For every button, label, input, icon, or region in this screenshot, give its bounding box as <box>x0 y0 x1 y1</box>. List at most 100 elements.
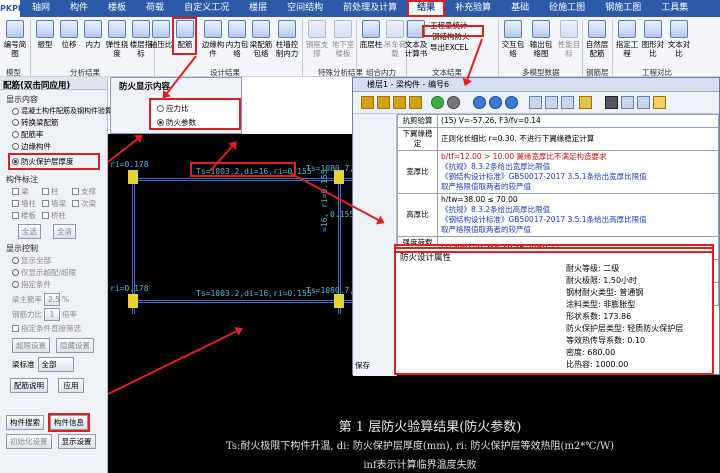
refresh-icon[interactable] <box>431 96 444 109</box>
check-slab[interactable]: 楼板 <box>12 210 42 221</box>
calc-line: 正则化长细比 r=0.30, 不进行下翼缘稳定计算 <box>441 134 595 143</box>
prev-page-icon[interactable] <box>377 96 390 109</box>
menu-load[interactable]: 荷载 <box>136 0 174 17</box>
ribbon-natural-floor[interactable]: 自然层配筋 <box>584 20 610 58</box>
option-edge-member[interactable]: 边缘构件 <box>12 141 107 152</box>
print-icon[interactable] <box>545 96 558 109</box>
option-reinforce-ratio[interactable]: 配筋率 <box>12 129 107 140</box>
menu-custom-case[interactable]: 自定义工况 <box>174 0 239 17</box>
menu-results[interactable]: 结果 <box>407 0 446 17</box>
folder-icon[interactable] <box>579 96 592 109</box>
extra-condition[interactable]: 指定条件直接筛选 <box>12 323 107 334</box>
menu-component[interactable]: 构件 <box>60 0 98 17</box>
check-beam[interactable]: 梁 <box>12 186 42 197</box>
checkbox-icon <box>12 325 19 332</box>
ribbon-output-envelope[interactable]: 输出包络图 <box>528 20 554 58</box>
font-size-icon[interactable] <box>637 96 650 109</box>
menu-supplement[interactable]: 补充验算 <box>445 0 501 17</box>
select-all-button[interactable]: 全选 <box>18 224 41 239</box>
fire-prop: 密度: 680.00 <box>566 348 616 357</box>
control-show-all[interactable]: 显示全部 <box>12 255 107 266</box>
explain-button[interactable]: 配筋说明 <box>10 378 48 393</box>
menu-tools[interactable]: 工具集 <box>651 0 698 17</box>
menu-steel-drawing[interactable]: 钢施工图 <box>595 0 651 17</box>
control-condition[interactable]: 指定条件 <box>12 279 107 290</box>
option-fire-thickness[interactable]: 防火保护层厚度 <box>8 153 100 170</box>
ribbon-bottom-column[interactable]: 底层柱 <box>358 20 384 49</box>
option-transfer-beam[interactable]: 转换梁配筋 <box>12 117 107 128</box>
menu-space-structure[interactable]: 空间结构 <box>277 0 333 17</box>
check-bridge-column[interactable]: 桥柱 <box>42 210 72 221</box>
menu-foundation[interactable]: 基础 <box>501 0 539 17</box>
option-concrete-steel[interactable]: 混凝土构件配筋及钢构件验算 <box>12 106 112 116</box>
zoom-fit-icon[interactable] <box>505 96 518 109</box>
fire-options-box: 应力比 防火参数 <box>149 98 241 130</box>
ribbon-basement-slab[interactable]: 地下室楼板 <box>330 20 356 58</box>
option-stress-ratio[interactable]: 应力比 <box>157 103 239 114</box>
ribbon-axial-ratio[interactable]: 轴压比 <box>148 20 174 49</box>
page-view-icon[interactable] <box>621 96 634 109</box>
stop-icon[interactable] <box>447 96 460 109</box>
ribbon-steel-brace[interactable]: 钢框支撑 <box>304 20 330 58</box>
filter-select[interactable]: 全部 <box>37 357 74 372</box>
highlight-steel-fire <box>422 25 484 37</box>
check-secondary-beam[interactable]: 次梁 <box>72 198 102 209</box>
display-settings-button[interactable]: 显示设置 <box>57 434 96 449</box>
hide-settings-button[interactable]: 隐藏设置 <box>56 338 94 353</box>
extra-value-input[interactable]: 1 <box>44 308 60 321</box>
ribbon-interactive-envelope[interactable]: 交互包络 <box>500 20 526 58</box>
check-column[interactable]: 柱 <box>42 186 72 197</box>
check-brace[interactable]: 支撑 <box>72 186 102 197</box>
menu-slab[interactable]: 楼板 <box>98 0 136 17</box>
checkbox-icon <box>12 212 19 219</box>
menu-concrete-drawing[interactable]: 砼施工图 <box>539 0 595 17</box>
detail-sidebar: 保存 <box>353 114 397 376</box>
ribbon-text-compare[interactable]: 文本对比 <box>666 20 692 58</box>
component-search-button[interactable]: 构件搜索 <box>6 415 44 430</box>
clear-all-button[interactable]: 全清 <box>53 224 76 239</box>
ribbon-performance-target[interactable]: 性能目标 <box>556 20 582 58</box>
menu-floor[interactable]: 楼层 <box>239 0 277 17</box>
ribbon-number-diagram[interactable]: 编号简图 <box>2 20 28 58</box>
menu-export-excel[interactable]: 导出EXCEL <box>430 42 470 53</box>
condition-value-input[interactable]: 2.5 <box>44 293 60 306</box>
check-wall-column[interactable]: 墙柱 <box>12 198 42 209</box>
ribbon-graphic-compare[interactable]: 图形对比 <box>640 20 666 58</box>
find-icon[interactable] <box>605 96 618 109</box>
ribbon-displacement[interactable]: 位移 <box>56 20 82 49</box>
zoom-out-icon[interactable] <box>489 96 502 109</box>
copy-icon[interactable] <box>561 96 574 109</box>
first-page-icon[interactable] <box>361 96 374 109</box>
radio-icon <box>157 105 164 112</box>
control-exceed-only[interactable]: 仅显示超配/超限 <box>12 267 107 278</box>
ribbon-internal-force[interactable]: 内力 <box>80 20 106 49</box>
last-page-icon[interactable] <box>409 96 422 109</box>
init-settings-button[interactable]: 初始化设置 <box>6 434 52 449</box>
menu-axis[interactable]: 轴网 <box>22 0 60 17</box>
pkpm-logo: PKPM <box>0 0 26 17</box>
beam-line <box>130 302 352 303</box>
save-icon[interactable] <box>529 96 542 109</box>
ribbon-specify-project[interactable]: 指定工程 <box>614 20 640 58</box>
cad-label-vertical: =16, ri=0.155 <box>320 169 329 232</box>
detail-toolbar <box>353 92 719 114</box>
option-fire-params[interactable]: 防火参数 <box>157 117 239 128</box>
ribbon-mode-shape[interactable]: 振型 <box>32 20 58 49</box>
exceed-settings-button[interactable]: 超限设置 <box>12 338 50 353</box>
menu-preprocess[interactable]: 前处理及计算 <box>333 0 407 17</box>
zoom-in-icon[interactable] <box>473 96 486 109</box>
ribbon-column-wall-force[interactable]: 柱墙控制内力 <box>274 20 300 58</box>
beam-line <box>130 180 352 181</box>
text-icon[interactable] <box>653 96 666 109</box>
check-wall-beam[interactable]: 墙梁 <box>42 198 72 209</box>
next-page-icon[interactable] <box>393 96 406 109</box>
sidebar-save-label[interactable]: 保存 <box>355 360 370 371</box>
ribbon-edge-member[interactable]: 边缘构件 <box>200 20 226 58</box>
ribbon-beam-envelope[interactable]: 梁配筋包络 <box>248 20 274 58</box>
radio-selected-icon <box>12 158 19 165</box>
init-buttons: 初始化设置 显示设置 <box>6 434 107 449</box>
ribbon-force-envelope[interactable]: 内力包络 <box>224 20 250 58</box>
component-info-button[interactable]: 构件信息 <box>48 413 90 432</box>
apply-button[interactable]: 应用 <box>58 378 84 393</box>
ribbon-elastic-deflection[interactable]: 弹性挠度 <box>104 20 130 58</box>
